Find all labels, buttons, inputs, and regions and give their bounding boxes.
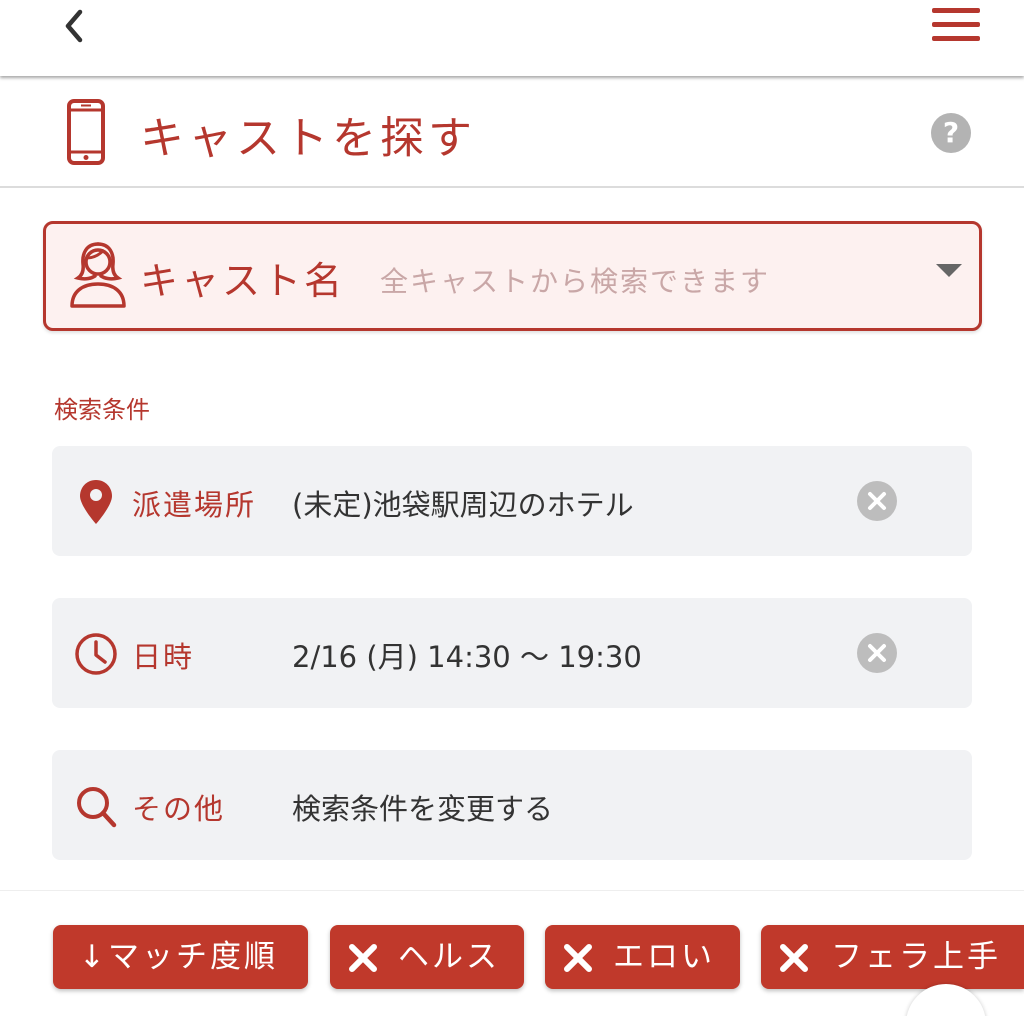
map-pin-icon [80,480,112,524]
other-condition[interactable]: その他 検索条件を変更する [52,750,972,860]
location-label: 派遣場所 [132,488,257,522]
cast-name-label: キャスト名 [140,259,346,303]
change-conditions-link[interactable]: 検索条件を変更する [292,786,553,828]
other-label: その他 [132,792,226,826]
close-icon [780,944,808,972]
menu-line [932,8,980,13]
filter-chip-health[interactable]: ヘルス [330,925,524,989]
cast-name-placeholder: 全キャストから検索できます [380,265,771,298]
datetime-label: 日時 [132,640,195,674]
clear-datetime-button[interactable] [857,633,897,673]
close-icon [564,944,592,972]
clear-location-button[interactable] [857,481,897,521]
sort-match-chip[interactable]: ↓マッチ度順 [53,925,308,989]
back-button[interactable] [58,6,94,46]
dropdown-caret-icon [936,264,962,277]
chip-label: ↓マッチ度順 [79,939,278,975]
chevron-left-icon [65,9,83,43]
close-icon [868,492,886,510]
menu-line [932,36,980,41]
top-app-bar [0,0,1024,76]
close-icon [349,944,377,972]
page-title-bar: キャストを探す ? [0,78,1024,188]
cast-name-select[interactable]: キャスト名 全キャストから検索できます [43,221,982,331]
location-condition[interactable]: 派遣場所 (未定)池袋駅周辺のホテル [52,446,972,556]
location-value: (未定)池袋駅周辺のホテル [292,488,634,522]
clock-icon [75,633,117,675]
search-icon [77,787,117,828]
filter-chip-fellatio[interactable]: フェラ上手 [761,925,1024,989]
woman-user-icon [70,242,126,308]
chip-label: エロい [613,939,715,975]
help-icon[interactable]: ? [931,113,971,153]
close-icon [868,644,886,662]
datetime-condition[interactable]: 日時 2/16 (月) 14:30 〜 19:30 [52,598,972,708]
page-title: キャストを探す [140,113,476,164]
hamburger-menu-button[interactable] [930,6,982,42]
chip-label: フェラ上手 [831,939,1001,975]
smartphone-icon [67,99,105,165]
search-conditions-heading: 検索条件 [54,396,150,424]
filter-chip-bar: ↓マッチ度順 ヘルス エロい フェラ上手 [0,890,1024,1016]
datetime-value: 2/16 (月) 14:30 〜 19:30 [292,640,642,674]
menu-line [932,22,980,27]
chip-label: ヘルス [398,939,500,975]
filter-chip-eroi[interactable]: エロい [545,925,740,989]
